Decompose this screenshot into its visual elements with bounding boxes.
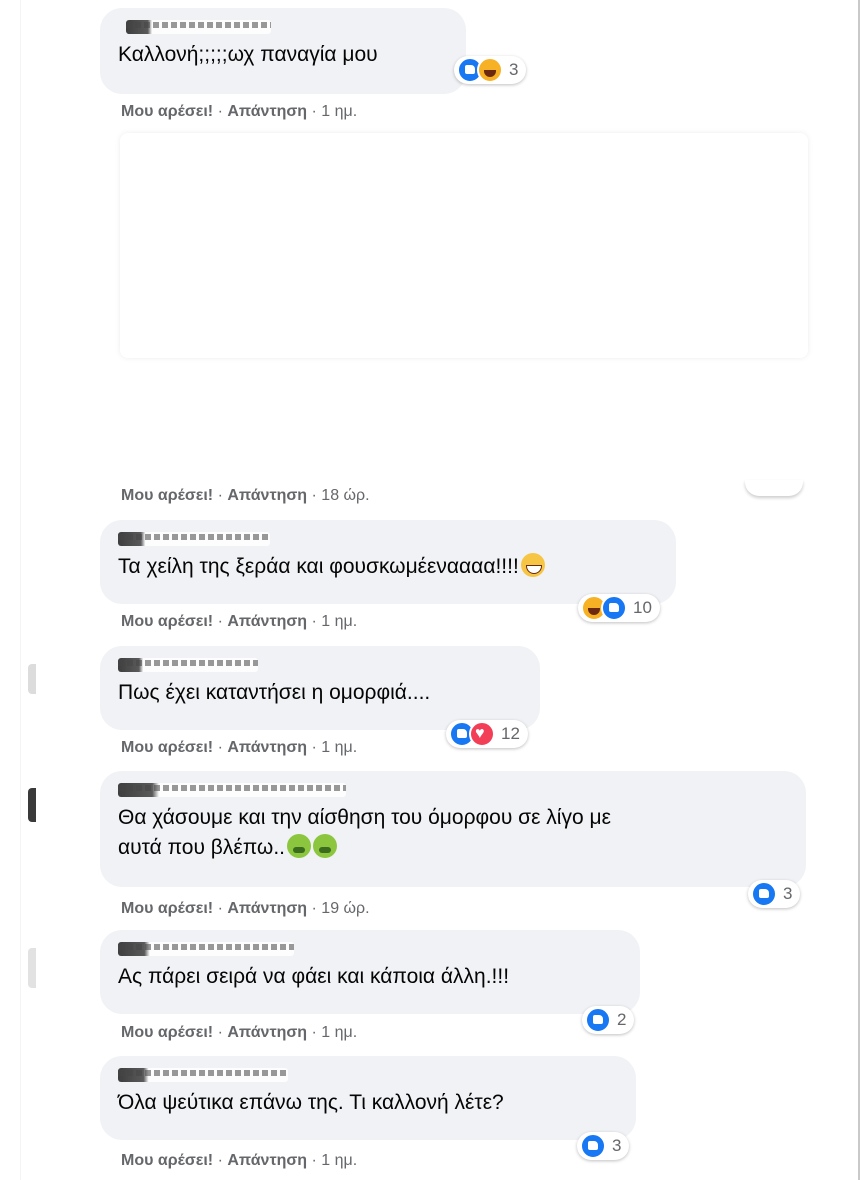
comment-text: Θα χάσουμε και την αίσθηση του όμορφου σ… [118,806,611,859]
comment-actions: Μου αρέσει! · Απάντηση · 1 ημ. [121,739,358,756]
comment-bubble: Θα χάσουμε και την αίσθηση του όμορφου σ… [100,771,806,887]
left-frame-edge [20,0,21,1180]
nauseated-emoji [287,834,311,858]
like-link[interactable]: Μου αρέσει! [121,900,213,917]
like-link[interactable]: Μου αρέσει! [121,1024,213,1041]
reaction-count: 3 [509,60,519,79]
timestamp[interactable]: 18 ώρ. [321,487,369,504]
reply-link[interactable]: Απάντηση [227,739,307,756]
comment-actions: Μου αρέσει! · Απάντηση · 1 ημ. [121,1152,358,1169]
comment-text: Όλα ψεύτικα επάνω της. Τι καλλονή λέτε? [118,1091,504,1114]
reaction-summary[interactable]: 3 [454,56,527,84]
comment-actions: Μου αρέσει! · Απάντηση · 1 ημ. [121,1024,358,1041]
reaction-summary[interactable]: 3 [748,880,801,908]
timestamp[interactable]: 19 ώρ. [321,900,369,917]
redacted-comment-area [120,133,808,358]
comment-bubble: Πως έχει καταντήσει η ομορφιά.... [100,646,540,730]
reaction-summary[interactable]: 10 [578,594,660,622]
redacted-author-name[interactable] [118,1068,288,1082]
avatar[interactable] [28,664,36,694]
comment-bubble: Όλα ψεύτικα επάνω της. Τι καλλονή λέτε? [100,1056,636,1140]
thumbs-up-reaction-icon [585,1007,611,1033]
comment-actions: Μου αρέσει! · Απάντηση · 1 ημ. [121,613,358,630]
redacted-author-name[interactable] [126,20,271,34]
comment-text: Τα χείλη της ξεράα και φουσκωμέεναααα!!!… [118,552,658,582]
nauseated-emoji [313,834,337,858]
like-link[interactable]: Μου αρέσει! [121,487,213,504]
reaction-summary[interactable]: 3 [577,1132,630,1160]
comment-bubble: Καλλονή;;;;;ωχ παναγία μου [100,8,466,94]
avatar[interactable] [28,948,36,988]
reply-link[interactable]: Απάντηση [227,1152,307,1169]
redacted-author-name[interactable] [118,942,294,956]
timestamp[interactable]: 1 ημ. [321,739,357,756]
reaction-count: 10 [633,598,652,617]
comment-text: Καλλονή;;;;;ωχ παναγία μου [118,43,378,66]
comment-text: Πως έχει καταντήσει η ομορφιά.... [118,681,431,704]
reaction-summary[interactable] [745,480,803,496]
redacted-author-name[interactable] [118,783,346,797]
reply-link[interactable]: Απάντηση [227,103,307,120]
like-link[interactable]: Μου αρέσει! [121,103,213,120]
reaction-count: 3 [783,884,793,903]
comment-actions: Μου αρέσει! · Απάντηση · 1 ημ. [121,103,358,120]
reaction-count: 12 [501,724,520,743]
reply-link[interactable]: Απάντηση [227,487,307,504]
comment-actions: Μου αρέσει! · Απάντηση · 19 ώρ. [121,900,370,917]
thumbs-up-reaction-icon [601,595,627,621]
like-link[interactable]: Μου αρέσει! [121,1152,213,1169]
avatar[interactable] [28,788,36,822]
laughing-reaction-icon [477,57,503,83]
heart-reaction-icon [469,721,495,747]
grinning-emoji [520,553,545,577]
thumbs-up-reaction-icon [751,881,777,907]
comment-text: Ας πάρει σειρά να φάει και κάποια άλλη.!… [118,965,510,988]
comment-bubble: Τα χείλη της ξεράα και φουσκωμέεναααα!!!… [100,520,676,604]
redacted-author-name[interactable] [118,658,258,672]
reply-link[interactable]: Απάντηση [227,613,307,630]
reaction-summary[interactable]: 2 [582,1006,635,1034]
reply-link[interactable]: Απάντηση [227,1024,307,1041]
timestamp[interactable]: 1 ημ. [321,103,357,120]
thumbs-up-reaction-icon [580,1133,606,1159]
like-link[interactable]: Μου αρέσει! [121,739,213,756]
reaction-count: 3 [612,1136,622,1155]
reaction-count: 2 [617,1010,627,1029]
comment-actions: Μου αρέσει! · Απάντηση · 18 ώρ. [121,487,370,504]
reply-link[interactable]: Απάντηση [227,900,307,917]
timestamp[interactable]: 1 ημ. [321,1024,357,1041]
like-link[interactable]: Μου αρέσει! [121,613,213,630]
timestamp[interactable]: 1 ημ. [321,613,357,630]
timestamp[interactable]: 1 ημ. [321,1152,357,1169]
comment-bubble: Ας πάρει σειρά να φάει και κάποια άλλη.!… [100,930,640,1014]
reaction-summary[interactable]: 12 [446,720,528,748]
redacted-author-name[interactable] [118,532,270,546]
